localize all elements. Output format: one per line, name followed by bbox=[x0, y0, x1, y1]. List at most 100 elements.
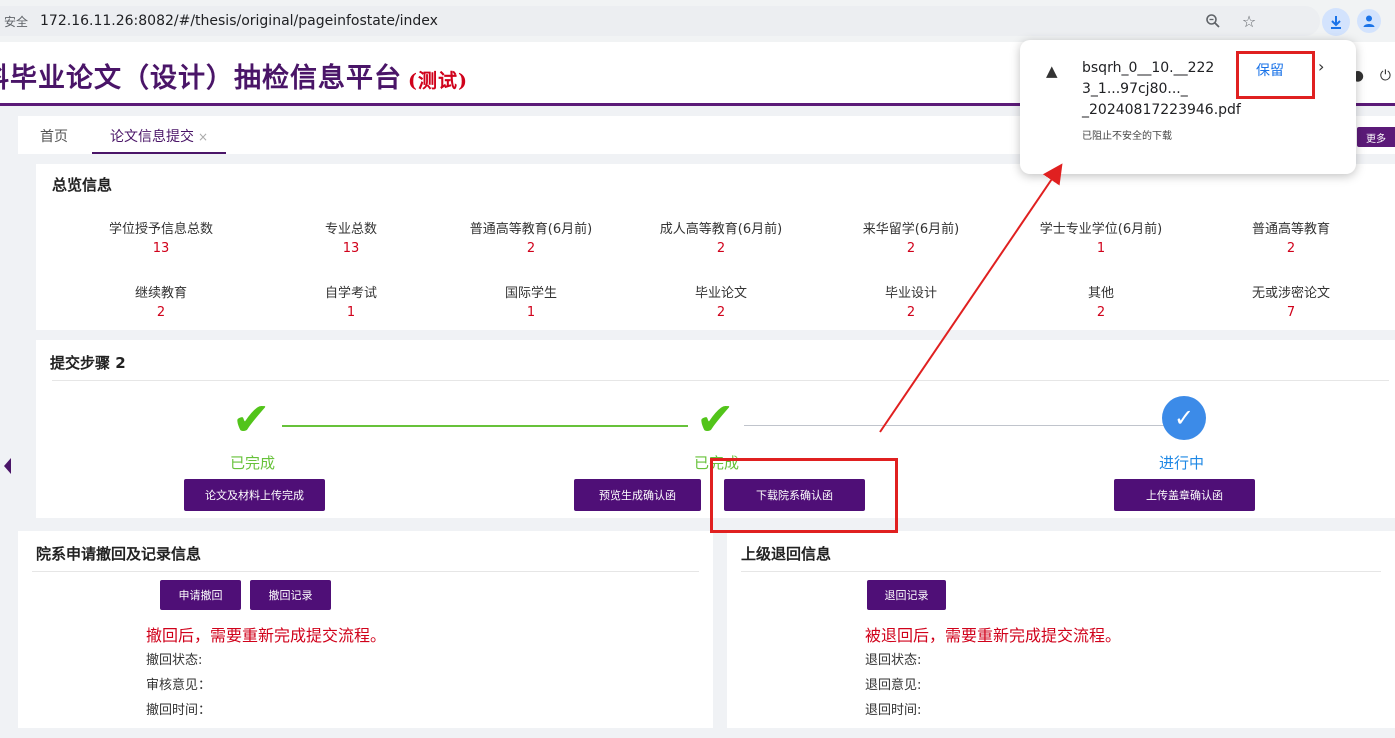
divider bbox=[741, 571, 1381, 572]
stat-value[interactable]: 2 bbox=[1006, 305, 1196, 320]
blocked-notice: 已阻止不安全的下载 bbox=[1082, 131, 1172, 142]
tab-thesis-submit-label: 论文信息提交 bbox=[110, 129, 194, 145]
stat-item: 来华留学(6月前) 2 bbox=[816, 218, 1006, 256]
stat-value[interactable]: 2 bbox=[436, 241, 626, 256]
stat-item: 成人高等教育(6月前) 2 bbox=[626, 218, 816, 256]
stat-value[interactable]: 13 bbox=[66, 241, 256, 256]
address-bar[interactable]: 安全 172.16.11.26:8082/#/thesis/original/p… bbox=[0, 6, 1320, 36]
stat-label: 普通高等教育 bbox=[1251, 222, 1330, 237]
stat-label: 毕业论文 bbox=[694, 286, 747, 301]
filename-line-2: 3_1...97cj80..._ bbox=[1082, 81, 1188, 97]
stat-item: 学士专业学位(6月前) 1 bbox=[1006, 218, 1196, 256]
step1-status: 已完成 bbox=[230, 454, 276, 472]
stat-label: 继续教育 bbox=[134, 286, 187, 301]
stat-label: 学士专业学位(6月前) bbox=[1039, 222, 1163, 237]
power-icon[interactable]: ⏻ bbox=[1380, 68, 1391, 84]
return-warning: 被退回后，需要重新完成提交流程。 bbox=[865, 626, 1122, 645]
stat-item: 其他 2 bbox=[1006, 282, 1196, 320]
stat-item: 自学考试 1 bbox=[256, 282, 446, 320]
stat-label: 学位授予信息总数 bbox=[108, 222, 213, 237]
preview-confirmation-button[interactable]: 预览生成确认函 bbox=[574, 479, 701, 511]
stat-item: 专业总数 13 bbox=[256, 218, 446, 256]
stat-item: 继续教育 2 bbox=[66, 282, 256, 320]
stat-item: 普通高等教育 2 bbox=[1196, 218, 1386, 256]
security-label[interactable]: 安全 bbox=[4, 13, 28, 30]
stat-label: 无或涉密论文 bbox=[1251, 286, 1330, 301]
stat-value[interactable]: 2 bbox=[66, 305, 256, 320]
withdraw-opinion-label: 审核意见： bbox=[146, 678, 212, 693]
return-opinion-label: 退回意见: bbox=[865, 678, 922, 693]
stat-item: 普通高等教育(6月前) 2 bbox=[436, 218, 626, 256]
overview-title: 总览信息 bbox=[52, 176, 113, 194]
stat-label: 成人高等教育(6月前) bbox=[659, 222, 783, 237]
stat-value[interactable]: 2 bbox=[816, 305, 1006, 320]
step-connector-2 bbox=[744, 425, 1166, 426]
upload-done-button[interactable]: 论文及材料上传完成 bbox=[184, 479, 325, 511]
withdraw-title: 院系申请撤回及记录信息 bbox=[36, 545, 202, 563]
stat-label: 其他 bbox=[1087, 286, 1114, 301]
stat-value[interactable]: 2 bbox=[626, 241, 816, 256]
chevron-right-icon[interactable]: › bbox=[1318, 57, 1324, 76]
divider bbox=[32, 571, 699, 572]
upload-stamped-button[interactable]: 上传盖章确认函 bbox=[1114, 479, 1255, 511]
withdraw-warning: 撤回后，需要重新完成提交流程。 bbox=[146, 626, 387, 645]
header-actions: ● ⏻ bbox=[1352, 68, 1391, 84]
url-text[interactable]: 172.16.11.26:8082/#/thesis/original/page… bbox=[40, 13, 438, 29]
stat-value[interactable]: 2 bbox=[816, 241, 1006, 256]
step3-check-icon: ✓ bbox=[1162, 396, 1206, 440]
apply-withdraw-button[interactable]: 申请撤回 bbox=[160, 580, 241, 610]
stat-label: 普通高等教育(6月前) bbox=[469, 222, 593, 237]
tab-thesis-submit[interactable]: 论文信息提交 × bbox=[92, 126, 227, 154]
return-time-label: 退回时间: bbox=[865, 703, 922, 718]
step-connector-1 bbox=[282, 425, 688, 427]
withdraw-status-label: 撤回状态: bbox=[146, 653, 203, 668]
stat-value[interactable]: 2 bbox=[1196, 241, 1386, 256]
stat-value[interactable]: 13 bbox=[256, 241, 446, 256]
app-title: 科毕业论文（设计）抽检信息平台 (测试) bbox=[0, 56, 468, 95]
returned-panel: 上级退回信息 退回记录 被退回后，需要重新完成提交流程。 退回状态: 退回意见:… bbox=[727, 531, 1395, 728]
stat-value[interactable]: 2 bbox=[626, 305, 816, 320]
stat-value[interactable]: 7 bbox=[1196, 305, 1386, 320]
download-icon[interactable] bbox=[1322, 8, 1350, 36]
divider bbox=[52, 380, 1389, 381]
return-status-label: 退回状态: bbox=[865, 653, 922, 668]
zoom-icon[interactable] bbox=[1202, 10, 1224, 32]
step2-check-icon: ✔ bbox=[696, 392, 735, 446]
step1-check-icon: ✔ bbox=[232, 392, 271, 446]
stat-value[interactable]: 1 bbox=[436, 305, 626, 320]
stat-label: 自学考试 bbox=[324, 286, 377, 301]
stat-value[interactable]: 1 bbox=[256, 305, 446, 320]
stat-item: 毕业设计 2 bbox=[816, 282, 1006, 320]
withdraw-record-button[interactable]: 撤回记录 bbox=[250, 580, 331, 610]
stat-label: 来华留学(6月前) bbox=[862, 222, 960, 237]
download-filename[interactable]: bsqrh_0__10.__222 3_1...97cj80..._ _2024… bbox=[1082, 58, 1242, 121]
filename-line-1: bsqrh_0__10.__222 bbox=[1082, 60, 1215, 76]
app-title-text: 科毕业论文（设计）抽检信息平台 bbox=[0, 63, 402, 94]
overview-panel: 总览信息 学位授予信息总数 13 专业总数 13 普通高等教育(6月前) 2 成人高等教育(… bbox=[36, 164, 1395, 330]
browser-toolbar: 安全 172.16.11.26:8082/#/thesis/original/p… bbox=[0, 0, 1395, 42]
star-icon[interactable]: ☆ bbox=[1238, 10, 1260, 32]
profile-icon[interactable] bbox=[1357, 9, 1381, 33]
stat-item: 学位授予信息总数 13 bbox=[66, 218, 256, 256]
more-button[interactable]: 更多 bbox=[1357, 127, 1395, 147]
withdraw-time-label: 撤回时间： bbox=[146, 703, 212, 718]
highlight-keep-box bbox=[1236, 51, 1315, 99]
stat-label: 国际学生 bbox=[504, 286, 557, 301]
stat-label: 毕业设计 bbox=[884, 286, 937, 301]
close-icon[interactable]: × bbox=[198, 130, 208, 144]
steps-title: 提交步骤 2 bbox=[50, 354, 126, 372]
filename-line-3: _20240817223946.pdf bbox=[1082, 102, 1241, 118]
returned-title: 上级退回信息 bbox=[741, 545, 832, 563]
test-badge: (测试) bbox=[408, 70, 468, 92]
stat-item: 毕业论文 2 bbox=[626, 282, 816, 320]
stat-label: 专业总数 bbox=[324, 222, 377, 237]
stat-item: 国际学生 1 bbox=[436, 282, 626, 320]
stat-item: 无或涉密论文 7 bbox=[1196, 282, 1386, 320]
highlight-download-box bbox=[710, 458, 898, 533]
warning-icon: ▲ bbox=[1046, 62, 1058, 80]
stat-value[interactable]: 1 bbox=[1006, 241, 1196, 256]
return-record-button[interactable]: 退回记录 bbox=[867, 580, 946, 610]
withdraw-panel: 院系申请撤回及记录信息 申请撤回 撤回记录 撤回后，需要重新完成提交流程。 撤回… bbox=[18, 531, 713, 728]
tab-home[interactable]: 首页 bbox=[40, 126, 68, 146]
sidebar-toggle-icon[interactable] bbox=[4, 458, 11, 474]
